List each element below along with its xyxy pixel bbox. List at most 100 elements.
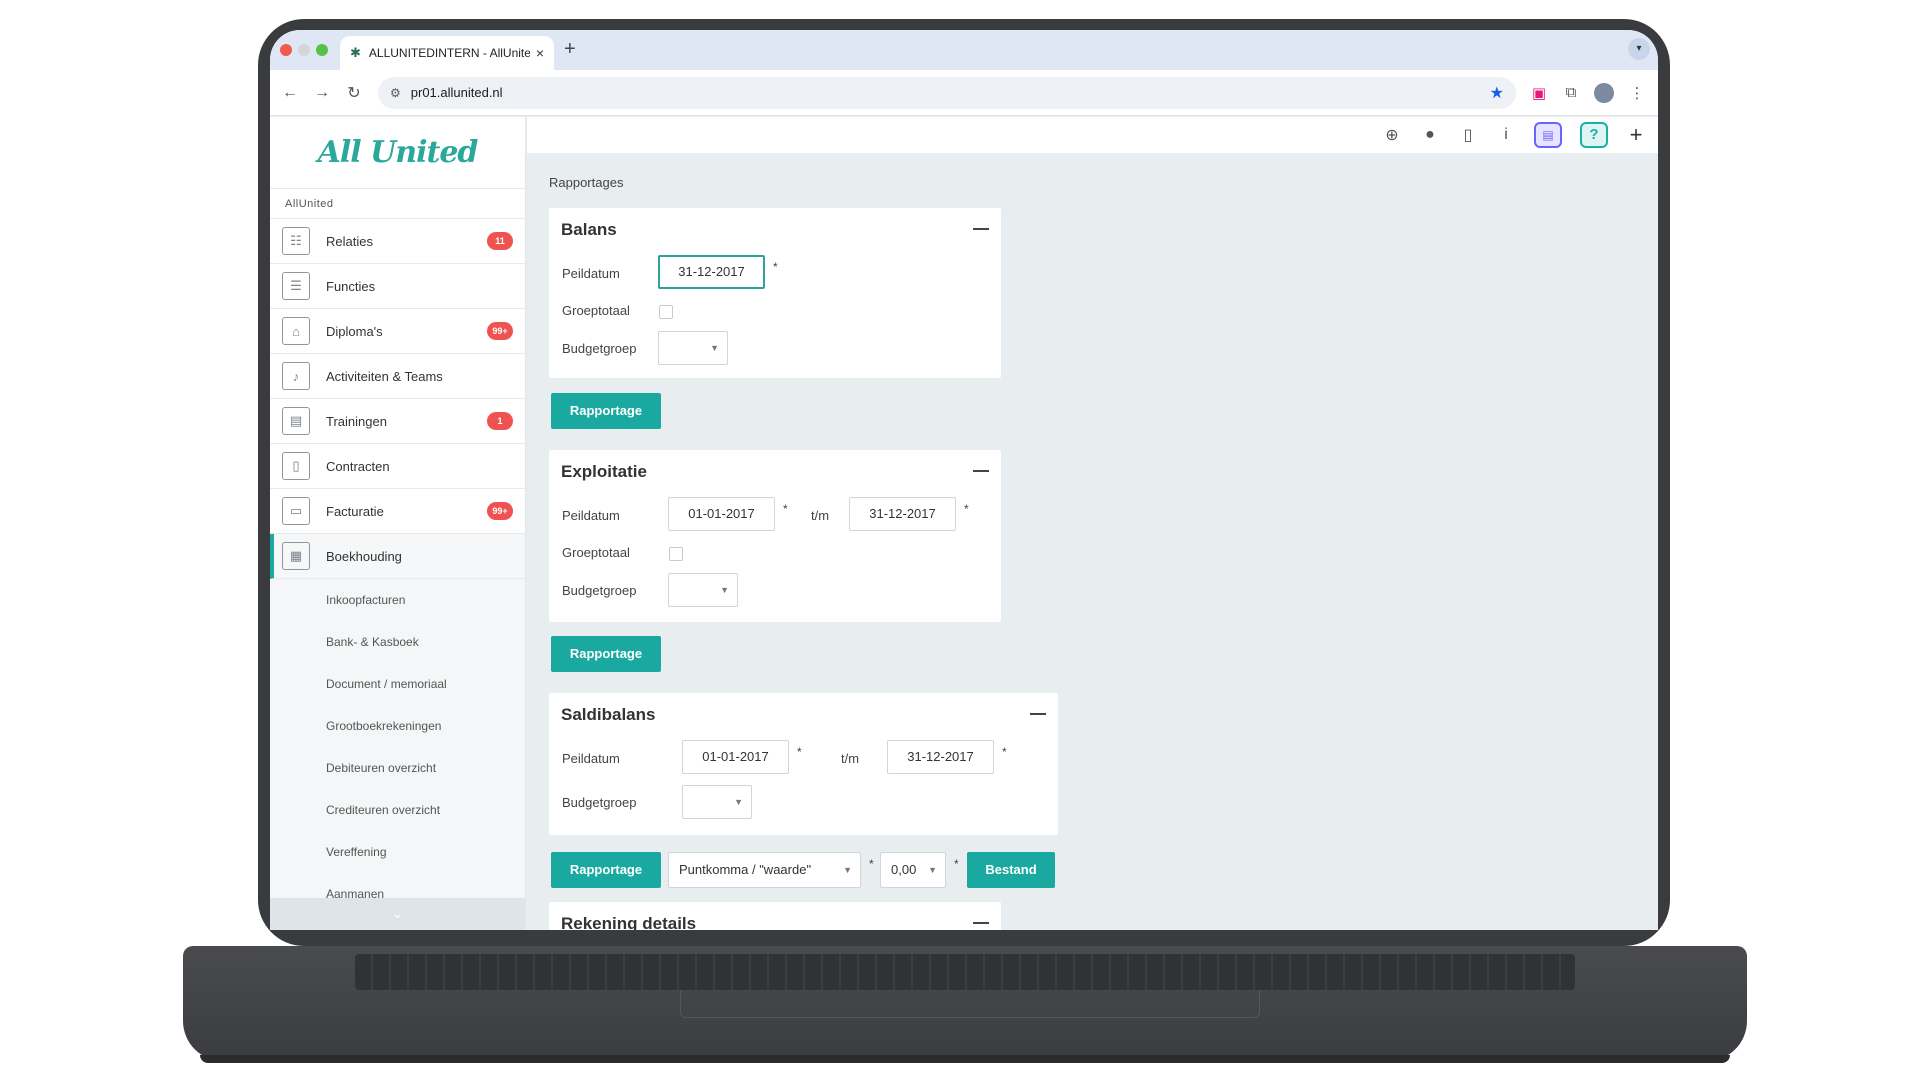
subnav-item-debiteuren-overzicht[interactable]: Debiteuren overzicht xyxy=(270,747,525,789)
groeptotaal-label: Groeptotaal xyxy=(562,303,630,318)
budgetgroep-label: Budgetgroep xyxy=(562,583,637,598)
laptop-trackpad xyxy=(680,990,1260,1018)
peildatum-input[interactable]: 31-12-2017 xyxy=(658,255,765,289)
budgetgroep-select[interactable]: ▼ xyxy=(658,331,728,365)
site-settings-icon[interactable]: ⚙ xyxy=(390,86,401,100)
allunited-logo[interactable]: All United xyxy=(318,135,479,170)
sidebar-item-contracten[interactable]: ▯ Contracten xyxy=(270,444,525,489)
window-maximize-button[interactable] xyxy=(316,44,328,56)
profile-avatar[interactable] xyxy=(1594,82,1614,103)
boekhouding-subnav: Inkoopfacturen Bank- & Kasboek Document … xyxy=(270,579,525,915)
sidebar-item-functies[interactable]: ☰ Functies xyxy=(270,264,525,309)
bestand-button[interactable]: Bestand xyxy=(967,852,1055,888)
required-mark: * xyxy=(773,260,778,274)
back-arrow-icon[interactable]: ← xyxy=(282,84,298,102)
subnav-item-inkoopfacturen[interactable]: Inkoopfacturen xyxy=(270,579,525,621)
subnav-item-vereffening[interactable]: Vereffening xyxy=(270,831,525,873)
document-icon[interactable]: ▯ xyxy=(1458,125,1478,145)
peildatum-label: Peildatum xyxy=(562,266,620,281)
invoice-icon: ▭ xyxy=(282,497,310,525)
subnav-item-crediteuren-overzicht[interactable]: Crediteuren overzicht xyxy=(270,789,525,831)
budgetgroep-select[interactable]: ▼ xyxy=(668,573,738,607)
peildatum-from-input[interactable]: 01-01-2017 xyxy=(682,740,789,774)
sidebar-item-facturatie[interactable]: ▭ Facturatie 99+ xyxy=(270,489,525,534)
peildatum-from-input[interactable]: 01-01-2017 xyxy=(668,497,775,531)
collapse-minus-icon[interactable] xyxy=(973,228,989,230)
saldibalans-rapportage-button[interactable]: Rapportage xyxy=(551,852,661,888)
sidebar-item-label: Functies xyxy=(326,278,376,294)
sidebar-item-diplomas[interactable]: ⌂ Diploma's 99+ xyxy=(270,309,525,354)
notification-badge: 1 xyxy=(487,412,513,430)
peildatum-to-input[interactable]: 31-12-2017 xyxy=(887,740,994,774)
globe-icon[interactable]: ⊕ xyxy=(1382,125,1402,145)
reload-icon[interactable]: ↻ xyxy=(346,83,362,103)
peildatum-label: Peildatum xyxy=(562,508,620,523)
balans-rapportage-button[interactable]: Rapportage xyxy=(551,393,661,429)
sidebar-item-label: Contracten xyxy=(326,458,390,474)
browser-tab-active[interactable]: ✱ ALLUNITEDINTERN - AllUnited × xyxy=(340,36,554,70)
browser-tabbar: ✱ ALLUNITEDINTERN - AllUnited × + ▾ xyxy=(270,30,1658,70)
laptop-base-shadow xyxy=(200,1055,1730,1063)
add-plus-icon[interactable]: + xyxy=(1626,122,1646,148)
browser-menu-kebab-icon[interactable]: ⋮ xyxy=(1628,84,1646,102)
chevron-down-icon: ▼ xyxy=(843,865,852,875)
whiteboard-icon: ▤ xyxy=(282,407,310,435)
logo-area[interactable]: All United xyxy=(270,117,525,189)
help-question-icon[interactable]: ? xyxy=(1580,122,1608,148)
tab-close-icon[interactable]: × xyxy=(536,45,544,61)
panel-title: Saldibalans xyxy=(561,705,656,724)
screen: ✱ ALLUNITEDINTERN - AllUnited × + ▾ ← → … xyxy=(270,30,1658,930)
exploitatie-rapportage-button[interactable]: Rapportage xyxy=(551,636,661,672)
bookmark-star-icon[interactable]: ★ xyxy=(1490,83,1504,103)
required-mark: * xyxy=(954,857,959,871)
organization-label: AllUnited xyxy=(270,189,525,219)
extension-pink-icon[interactable]: ▣ xyxy=(1530,84,1548,102)
budgetgroep-select[interactable]: ▼ xyxy=(682,785,752,819)
collapse-minus-icon[interactable] xyxy=(973,470,989,472)
allunited-favicon-icon: ✱ xyxy=(350,45,361,60)
new-tab-button[interactable]: + xyxy=(564,38,576,61)
forward-arrow-icon[interactable]: → xyxy=(314,84,330,102)
groeptotaal-checkbox[interactable] xyxy=(669,547,683,561)
accounting-calculator-icon: ▦ xyxy=(282,542,310,570)
url-bar[interactable]: ⚙ pr01.allunited.nl ★ xyxy=(378,76,1516,109)
contract-document-icon: ▯ xyxy=(282,452,310,480)
collapse-minus-icon[interactable] xyxy=(973,922,989,924)
sidebar-scroll-chevron-down-icon[interactable]: ⌄ xyxy=(270,898,525,930)
required-mark: * xyxy=(783,502,788,516)
chat-icon[interactable]: ▤ xyxy=(1534,122,1562,148)
notification-badge: 99+ xyxy=(487,322,513,340)
groeptotaal-checkbox[interactable] xyxy=(659,305,673,319)
peildatum-label: Peildatum xyxy=(562,751,620,766)
sidebar-item-activiteiten-teams[interactable]: ♪ Activiteiten & Teams xyxy=(270,354,525,399)
user-icon[interactable]: ● xyxy=(1420,126,1440,144)
budgetgroep-label: Budgetgroep xyxy=(562,795,637,810)
notification-badge: 99+ xyxy=(487,502,513,520)
notification-badge: 11 xyxy=(487,232,513,250)
peildatum-to-input[interactable]: 31-12-2017 xyxy=(849,497,956,531)
laptop-keyboard xyxy=(355,954,1575,990)
groeptotaal-label: Groeptotaal xyxy=(562,545,630,560)
extensions-puzzle-icon[interactable]: ⧉ xyxy=(1562,84,1580,101)
url-text[interactable]: pr01.allunited.nl xyxy=(411,85,1490,100)
export-format-select[interactable]: Puntkomma / "waarde" ▼ xyxy=(668,852,861,888)
decimal-format-select[interactable]: 0,00 ▼ xyxy=(880,852,946,888)
sidebar-item-boekhouding[interactable]: ▦ Boekhouding xyxy=(270,534,525,579)
budgetgroep-label: Budgetgroep xyxy=(562,341,637,356)
required-mark: * xyxy=(1002,745,1007,759)
window-close-button[interactable] xyxy=(280,44,292,56)
subnav-item-grootboekrekeningen[interactable]: Grootboekrekeningen xyxy=(270,705,525,747)
sidebar-item-trainingen[interactable]: ▤ Trainingen 1 xyxy=(270,399,525,444)
window-minimize-button[interactable] xyxy=(298,44,310,56)
subnav-item-document-memoriaal[interactable]: Document / memoriaal xyxy=(270,663,525,705)
info-icon[interactable]: i xyxy=(1496,126,1516,144)
subnav-item-bank-kasboek[interactable]: Bank- & Kasboek xyxy=(270,621,525,663)
app-toolbar: ⊕ ● ▯ i ▤ ? + xyxy=(527,117,1658,153)
export-format-value: Puntkomma / "waarde" xyxy=(679,862,812,877)
tab-search-chevron-icon[interactable]: ▾ xyxy=(1628,38,1650,60)
sidebar-item-label: Boekhouding xyxy=(326,548,402,564)
panel-title: Rekening details xyxy=(561,914,697,930)
collapse-minus-icon[interactable] xyxy=(1030,713,1046,715)
sidebar-item-relaties[interactable]: ☷ Relaties 11 xyxy=(270,219,525,264)
rekening-details-panel: Rekening details xyxy=(549,902,1001,930)
